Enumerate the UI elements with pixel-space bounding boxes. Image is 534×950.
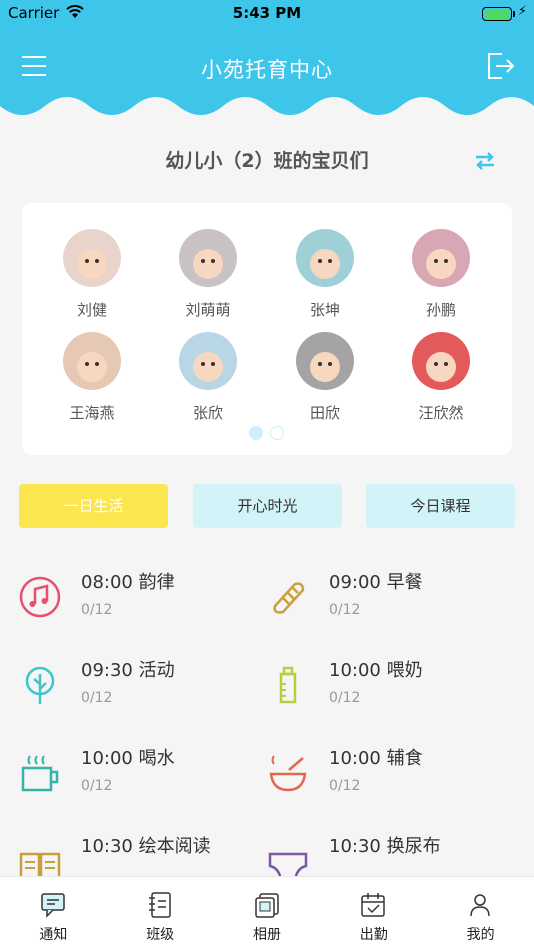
tab-attendance[interactable]: 出勤 (320, 877, 427, 950)
charging-icon: ⚡ (517, 4, 527, 19)
baby-bottle-icon (279, 666, 297, 704)
album-icon (254, 893, 279, 918)
baby-item[interactable]: 张欣 (158, 332, 258, 423)
baby-name: 刘萌萌 (185, 301, 231, 319)
tab-daily-life[interactable]: 一日生活 (19, 484, 168, 528)
tab-label: 相册 (252, 927, 281, 943)
baby-item[interactable]: 张坤 (275, 229, 375, 320)
schedule-label: 10:00 喂奶 (329, 660, 423, 681)
baby-avatar (296, 229, 354, 287)
schedule-count: 0/12 (81, 690, 113, 706)
notice-icon (41, 893, 65, 918)
baby-item[interactable]: 刘健 (42, 229, 142, 320)
tree-icon (25, 666, 55, 704)
schedule-label: 10:30 换尿布 (329, 836, 441, 857)
baby-avatar (179, 229, 237, 287)
baby-name: 张欣 (192, 404, 223, 422)
baby-item[interactable]: 汪欣然 (391, 332, 491, 423)
schedule-item[interactable]: 10:30 绘本阅读 (19, 832, 269, 876)
tab-today-course[interactable]: 今日课程 (366, 484, 515, 528)
status-bar: Carrier 5:43 PM ⚡ (0, 0, 534, 28)
baby-avatar (179, 332, 237, 390)
class-icon (148, 892, 171, 918)
baby-item[interactable]: 田欣 (275, 332, 375, 423)
schedule-item[interactable]: 10:30 换尿布 (267, 832, 517, 876)
switch-class-icon[interactable] (472, 148, 498, 174)
bottom-tab-bar: 通知 班级 相册 出勤 我的 (0, 876, 534, 950)
tab-class[interactable]: 班级 (107, 877, 214, 950)
page-dot-active[interactable] (249, 426, 263, 440)
schedule-item[interactable]: 10:00 喝水 0/12 (19, 744, 269, 824)
tab-label: 出勤 (359, 927, 388, 943)
clock: 5:43 PM (232, 4, 302, 22)
schedule-label: 09:00 早餐 (329, 572, 423, 593)
schedule-count: 0/12 (329, 778, 361, 794)
baby-avatar (412, 332, 470, 390)
tab-profile[interactable]: 我的 (427, 877, 534, 950)
tab-album[interactable]: 相册 (214, 877, 321, 950)
diaper-icon (268, 852, 308, 876)
schedule-label: 08:00 韵律 (81, 572, 175, 593)
tab-happy-time[interactable]: 开心时光 (193, 484, 342, 528)
tab-label: 班级 (146, 927, 175, 943)
profile-icon (470, 894, 490, 917)
tab-label: 通知 (39, 927, 68, 943)
schedule-item[interactable]: 09:00 早餐 0/12 (267, 568, 517, 648)
schedule-label: 10:00 喝水 (81, 748, 175, 769)
baby-item[interactable]: 孙鹏 (391, 229, 491, 320)
baby-name: 田欣 (309, 404, 340, 422)
baby-item[interactable]: 王海燕 (42, 332, 142, 423)
baby-avatar (63, 332, 121, 390)
logout-icon[interactable] (484, 50, 516, 82)
schedule-count: 0/12 (81, 602, 113, 618)
music-note-icon (19, 576, 61, 618)
schedule-item[interactable]: 09:30 活动 0/12 (19, 656, 269, 736)
cup-icon (21, 755, 59, 792)
bowl-icon (269, 755, 307, 792)
schedule-label: 10:00 辅食 (329, 748, 423, 769)
app-title: 小苑托育中心 (201, 58, 333, 82)
baby-avatar (296, 332, 354, 390)
baby-name: 汪欣然 (418, 404, 464, 422)
app-header: 小苑托育中心 (0, 28, 534, 128)
schedule-label: 10:30 绘本阅读 (81, 836, 211, 857)
schedule-count: 0/12 (329, 690, 361, 706)
bread-icon (273, 582, 305, 614)
schedule-item[interactable]: 08:00 韵律 0/12 (19, 568, 269, 648)
baby-name: 刘健 (76, 301, 107, 319)
baby-name: 王海燕 (69, 404, 115, 422)
baby-avatar (63, 229, 121, 287)
babies-card: 刘健 刘萌萌 张坤 孙鹏 王海燕 张欣 田欣 汪欣然 (22, 203, 512, 455)
class-title: 幼儿小（2）班的宝贝们 (165, 150, 369, 172)
schedule-count: 0/12 (329, 602, 361, 618)
book-icon (19, 852, 61, 876)
baby-name: 张坤 (309, 301, 340, 319)
attendance-icon (361, 893, 386, 917)
schedule-item[interactable]: 10:00 辅食 0/12 (267, 744, 517, 824)
baby-item[interactable]: 刘萌萌 (158, 229, 258, 320)
tab-label: 我的 (466, 927, 495, 943)
schedule-label: 09:30 活动 (81, 660, 175, 681)
schedule-count: 0/12 (81, 778, 113, 794)
schedule-item[interactable]: 10:00 喂奶 0/12 (267, 656, 517, 736)
tab-notice[interactable]: 通知 (0, 877, 107, 950)
page-dot[interactable] (270, 426, 284, 440)
baby-name: 孙鹏 (425, 301, 456, 319)
baby-avatar (412, 229, 470, 287)
battery-icon (482, 7, 512, 21)
